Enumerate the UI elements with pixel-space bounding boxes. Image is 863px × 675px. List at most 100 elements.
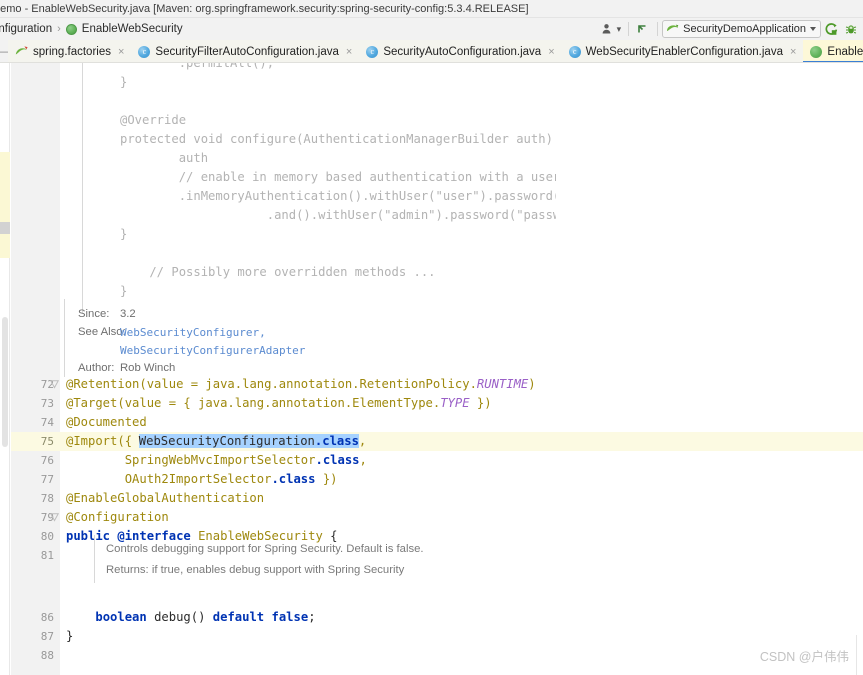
- code-token: }): [469, 396, 492, 410]
- toolbar-separator: [628, 22, 630, 36]
- code-token: @Import({: [66, 434, 140, 448]
- code-token: @interface: [117, 529, 191, 543]
- breadcrumb-item-configuration[interactable]: onfiguration: [0, 23, 52, 35]
- line-number: 75: [40, 435, 54, 448]
- chevron-down-icon: [810, 27, 816, 31]
- java-class-icon: c: [568, 45, 581, 58]
- javadoc-code-line: .inMemoryAuthentication().withUser("user…: [178, 189, 556, 203]
- code-token: RUNTIME: [476, 377, 529, 391]
- code-token: @Retention(: [66, 377, 147, 391]
- code-line[interactable]: @Target(value = { java.lang.annotation.E…: [66, 394, 492, 413]
- code-line[interactable]: @Configuration: [66, 508, 169, 527]
- javadoc-code-line: }: [120, 227, 128, 241]
- user-profile-caret-icon: ▾: [616, 23, 622, 34]
- line-number: 72: [40, 378, 54, 391]
- editor-tab-bar: — spring.factories × c SecurityFilterAutoCo…: [0, 40, 863, 63]
- spring-boot-icon: [667, 24, 679, 31]
- code-token: boolean: [95, 610, 147, 624]
- java-class-icon: c: [138, 45, 151, 58]
- code-token: .class: [314, 434, 359, 448]
- close-icon[interactable]: ×: [790, 46, 796, 58]
- code-line[interactable]: boolean debug() default false;: [66, 608, 316, 627]
- code-token: public: [66, 529, 118, 543]
- user-profile-glyph: [602, 24, 610, 34]
- editor-tab-1[interactable]: spring.factories ×: [8, 40, 132, 62]
- javadoc-member-line: Controls debugging support for Spring Se…: [106, 543, 424, 555]
- vertical-scrollbar-thumb[interactable]: [2, 317, 8, 447]
- editor-tab-label: SecurityFilterAutoConfiguration.java: [155, 45, 339, 58]
- code-line[interactable]: SpringWebMvcImportSelector.class,: [66, 451, 367, 470]
- code-token: OAuth2ImportSelector: [66, 472, 272, 486]
- code-token: @Documented: [66, 415, 147, 429]
- code-token: {: [322, 529, 338, 543]
- back-arrow-glyph: [638, 25, 646, 33]
- code-editor: 72 73 74 75 76 77 78 79 80 81 86 87 88 .permitAll();…: [0, 63, 863, 675]
- javadoc-code-line: }: [120, 75, 128, 89]
- line-number: 77: [40, 473, 54, 486]
- code-line[interactable]: @Retention(value = java.lang.annotation.…: [66, 375, 536, 394]
- editor-tab-5[interactable]: EnableWebSecurity.java×: [803, 40, 863, 62]
- editor-tab-label: spring.factories: [33, 45, 111, 58]
- editor-tab-4[interactable]: c WebSecurityEnablerConfiguration.java ×: [561, 40, 804, 62]
- debug-button[interactable]: [841, 19, 861, 39]
- editor-right-divider: [856, 635, 857, 675]
- code-token: }): [315, 472, 338, 486]
- line-number-gutter: 72 73 74 75 76 77 78 79 80 81 86 87 88: [11, 63, 60, 675]
- code-line[interactable]: @Import({ WebSecurityConfiguration.class…: [66, 432, 366, 451]
- run-button[interactable]: [821, 19, 841, 39]
- javadoc-left-bar: [82, 63, 83, 313]
- code-token: false: [271, 610, 309, 624]
- editor-tab-2[interactable]: c SecurityFilterAutoConfiguration.java ×: [131, 40, 360, 62]
- code-line[interactable]: }: [66, 627, 73, 646]
- javadoc-code-line: protected void configure(AuthenticationM…: [120, 132, 553, 146]
- code-token: ;: [308, 610, 316, 624]
- javadoc-see-also-link[interactable]: WebSecurityConfigurer,: [120, 326, 266, 339]
- line-number: 79: [40, 511, 54, 524]
- line-number: 78: [40, 492, 54, 505]
- annotation-icon: [65, 23, 77, 35]
- javadoc-code-line: .and().withUser("admin").password("passw…: [266, 208, 556, 222]
- javadoc-code-line: }: [120, 284, 128, 298]
- javadoc-tag-label: Since:: [78, 308, 110, 320]
- ide-window: demo - EnableWebSecurity.java [Maven: or…: [0, 0, 863, 675]
- run-configuration-selector[interactable]: SecurityDemoApplication: [662, 20, 821, 38]
- back-arrow-icon[interactable]: [633, 19, 653, 39]
- code-line[interactable]: @Documented: [66, 413, 147, 432]
- line-number: 88: [40, 649, 54, 662]
- code-token: ): [528, 377, 536, 391]
- java-class-icon: c: [366, 45, 379, 58]
- close-icon[interactable]: ×: [118, 46, 124, 58]
- close-icon[interactable]: ×: [346, 46, 352, 58]
- editor-tab-label: SecurityAutoConfiguration.java: [383, 45, 542, 58]
- javadoc-tags-left-bar: [64, 299, 65, 377]
- code-line[interactable]: OAuth2ImportSelector.class }): [66, 470, 338, 489]
- window-title: demo - EnableWebSecurity.java [Maven: or…: [0, 2, 529, 15]
- line-number: 73: [40, 397, 54, 410]
- run-configuration-label: SecurityDemoApplication: [683, 23, 806, 35]
- code-token: .class: [315, 453, 360, 467]
- breadcrumb: onfiguration › EnableWebSecurity: [0, 23, 183, 35]
- close-icon[interactable]: ×: [548, 46, 554, 58]
- code-token: (): [190, 610, 213, 624]
- code-token: WebSecurityConfiguration: [138, 434, 315, 448]
- code-fold-icon[interactable]: [49, 375, 60, 394]
- javadoc-member-left-bar: [94, 535, 95, 583]
- toolbar-right: ▾ SecurityDemoApplication: [598, 18, 861, 40]
- code-content[interactable]: .permitAll();} @Override protected void co…: [60, 63, 863, 675]
- javadoc-see-also-link[interactable]: WebSecurityConfigurerAdapter: [120, 344, 305, 357]
- code-token: EnableWebSecurity: [198, 529, 323, 543]
- editor-tab-3[interactable]: c SecurityAutoConfiguration.java ×: [359, 40, 562, 62]
- analysis-strip[interactable]: [0, 63, 10, 675]
- breadcrumb-item-enablewebsecurity[interactable]: EnableWebSecurity: [82, 23, 183, 35]
- javadoc-member-line: Returns: if true, enables debug support …: [106, 564, 405, 576]
- editor-tab-label: WebSecurityEnablerConfiguration.java: [585, 45, 783, 58]
- code-fold-icon[interactable]: [49, 508, 60, 527]
- code-line[interactable]: @EnableGlobalAuthentication: [66, 489, 264, 508]
- user-profile-icon[interactable]: ▾: [598, 19, 625, 39]
- line-number: 81: [40, 549, 54, 562]
- code-token: .class: [271, 472, 316, 486]
- breadcrumb-separator-icon: ›: [57, 23, 61, 35]
- code-token: @Target(value = { java.lang.annotation.E…: [66, 396, 441, 410]
